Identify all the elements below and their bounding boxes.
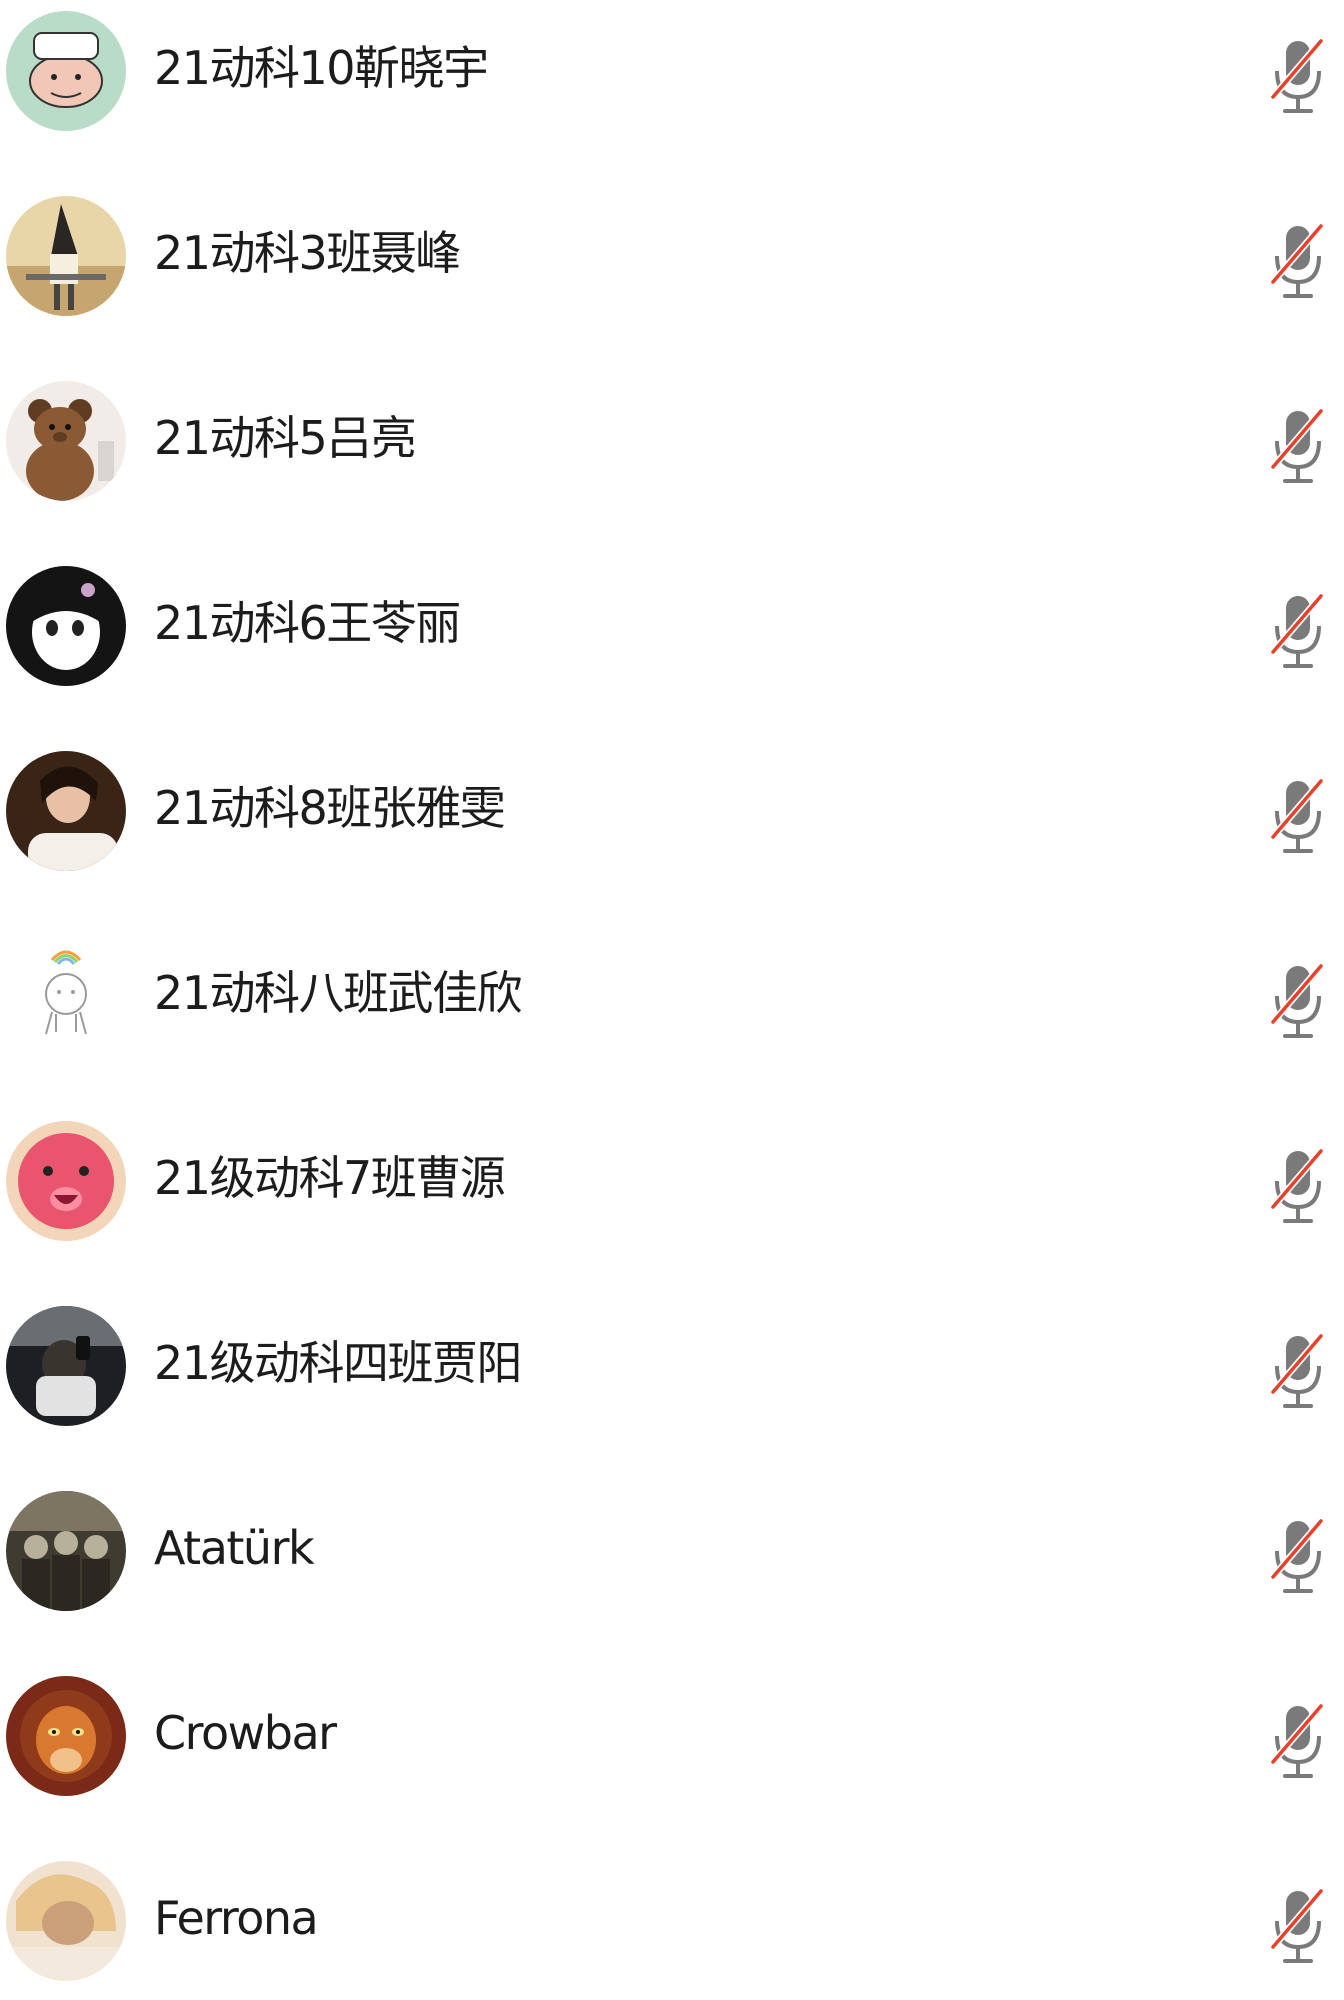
cartoon-character-avatar	[6, 11, 126, 131]
participant-row[interactable]: 21动科八班武佳欣	[0, 925, 1344, 1075]
microphone-muted-icon[interactable]	[1263, 1145, 1333, 1225]
participant-row[interactable]: Atatürk	[0, 1480, 1344, 1630]
participant-row[interactable]: 21动科6王苓丽	[0, 555, 1344, 705]
microphone-muted-icon[interactable]	[1263, 1885, 1333, 1965]
participant-name: 21级动科7班曹源	[154, 1151, 506, 1205]
participant-row[interactable]: 21级动科7班曹源	[0, 1110, 1344, 1260]
lion-character-avatar	[6, 1676, 126, 1796]
microphone-muted-icon[interactable]	[1263, 960, 1333, 1040]
participant-name: 21级动科四班贾阳	[154, 1336, 523, 1390]
microphone-muted-icon[interactable]	[1263, 1515, 1333, 1595]
participant-name: Atatürk	[154, 1521, 315, 1575]
witch-figure-avatar	[6, 196, 126, 316]
participant-row[interactable]: Ferrona	[0, 1850, 1344, 2000]
pink-bear-avatar	[6, 1121, 126, 1241]
rainbow-doodle-avatar	[6, 936, 126, 1056]
microphone-muted-icon[interactable]	[1263, 1330, 1333, 1410]
blonde-person-avatar	[6, 1861, 126, 1981]
group-photo-avatar	[6, 1491, 126, 1611]
participant-row[interactable]: 21动科5吕亮	[0, 370, 1344, 520]
participant-name: 21动科八班武佳欣	[154, 966, 523, 1020]
participant-row[interactable]: 21动科10靳晓宇	[0, 0, 1344, 150]
microphone-muted-icon[interactable]	[1263, 1700, 1333, 1780]
participant-name: 21动科6王苓丽	[154, 596, 461, 650]
microphone-muted-icon[interactable]	[1263, 775, 1333, 855]
teddy-bear-avatar	[6, 381, 126, 501]
microphone-muted-icon[interactable]	[1263, 35, 1333, 115]
participant-row[interactable]: 21动科8班张雅雯	[0, 740, 1344, 890]
portrait-photo-avatar	[6, 751, 126, 871]
participant-name: 21动科8班张雅雯	[154, 781, 506, 835]
car-selfie-avatar	[6, 1306, 126, 1426]
participant-name: 21动科5吕亮	[154, 411, 417, 465]
participant-row[interactable]: 21级动科四班贾阳	[0, 1295, 1344, 1445]
participant-row[interactable]: 21动科3班聂峰	[0, 185, 1344, 335]
participant-name: Crowbar	[154, 1706, 337, 1760]
microphone-muted-icon[interactable]	[1263, 220, 1333, 300]
microphone-muted-icon[interactable]	[1263, 590, 1333, 670]
participant-name: 21动科10靳晓宇	[154, 41, 489, 95]
participant-name: 21动科3班聂峰	[154, 226, 461, 280]
anime-girl-avatar	[6, 566, 126, 686]
participant-row[interactable]: Crowbar	[0, 1665, 1344, 1815]
participant-list: 21动科10靳晓宇 21动科3班聂峰 21动科5吕亮 21动科6王苓丽 21动科…	[0, 0, 1344, 2000]
participant-name: Ferrona	[154, 1891, 319, 1945]
microphone-muted-icon[interactable]	[1263, 405, 1333, 485]
